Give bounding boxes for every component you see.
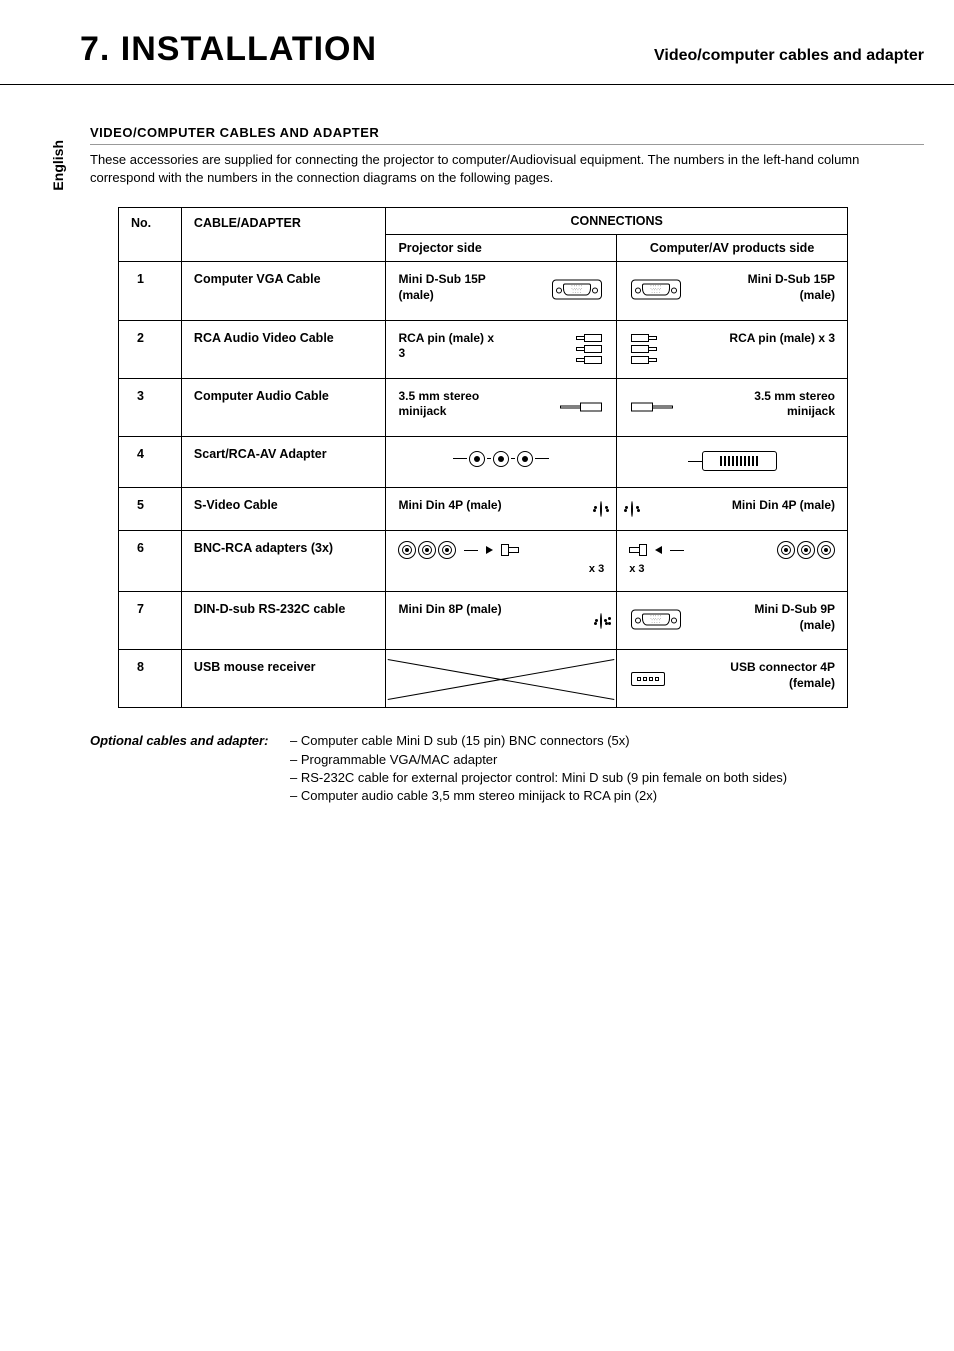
cell-projector: Mini Din 8P (male) [386,592,617,650]
dsub-icon: ::::::::: [631,279,681,302]
col-header-av: Computer/AV products side [617,235,848,262]
rca-single-icon [501,544,519,556]
optional-item: – Computer cable Mini D sub (15 pin) BNC… [290,733,630,748]
bnc-icon [398,541,456,559]
connector-label: 3.5 mm stereo minijack [398,389,503,420]
cell-cable: USB mouse receiver [181,650,386,708]
cell-cable: Scart/RCA-AV Adapter [181,436,386,488]
bnc-icon [777,541,835,559]
scart-rca-icon [398,451,604,467]
cell-cable: BNC-RCA adapters (3x) [181,531,386,592]
connector-label: Mini D-Sub 9P (male) [720,602,835,633]
minijack-icon [560,403,602,412]
cell-cable: RCA Audio Video Cable [181,320,386,378]
section-title: 7. INSTALLATION [80,30,377,69]
connector-label: Mini Din 8P (male) [398,602,503,618]
cell-no: 6 [119,531,182,592]
col-header-no: No. [119,208,182,262]
cell-projector-empty [386,650,617,708]
cell-projector: RCA pin (male) x 3 [386,320,617,378]
cell-cable: S-Video Cable [181,488,386,531]
dsub-icon: ::::::::: [552,279,602,302]
table-row: 2 RCA Audio Video Cable RCA pin (male) x… [119,320,848,378]
cell-projector: Mini Din 4P (male) [386,488,617,531]
arrow-right-icon [486,546,493,554]
cell-no: 7 [119,592,182,650]
connector-label: RCA pin (male) x 3 [398,331,503,362]
table-row: 6 BNC-RCA adapters (3x) x 3 [119,531,848,592]
scart-icon [688,451,777,471]
connector-label: Mini D-Sub 15P (male) [720,272,835,303]
language-tab: English [50,140,66,191]
cell-cable: Computer Audio Cable [181,378,386,436]
x3-label: x 3 [398,563,604,575]
cell-av: ::::::::: Mini D-Sub 9P (male) [617,592,848,650]
table-row: 8 USB mouse receiver USB connector 4P (f… [119,650,848,708]
col-header-projector: Projector side [386,235,617,262]
connector-label: RCA pin (male) x 3 [720,331,835,347]
content: VIDEO/COMPUTER CABLES AND ADAPTER These … [0,85,954,805]
cell-av [617,436,848,488]
minidin4-icon [631,502,633,516]
rca-single-icon [629,544,647,556]
dsub9-icon: ::::::::: [631,609,681,632]
cell-no: 1 [119,262,182,320]
cell-no: 5 [119,488,182,531]
table-row: 3 Computer Audio Cable 3.5 mm stereo min… [119,378,848,436]
cell-no: 8 [119,650,182,708]
optional-item: – RS-232C cable for external projector c… [290,770,787,785]
arrow-left-icon [655,546,662,554]
section-subtitle: Video/computer cables and adapter [654,47,924,65]
cell-no: 2 [119,320,182,378]
optional-items: – Computer cable Mini D sub (15 pin) BNC… [290,732,787,805]
optional-item: – Programmable VGA/MAC adapter [290,752,497,767]
cell-av: 3.5 mm stereo minijack [617,378,848,436]
minidin8-icon [600,614,602,628]
optional-label: Optional cables and adapter: [90,732,290,805]
cables-table: No. CABLE/ADAPTER CONNECTIONS Projector … [118,207,848,708]
cell-no: 3 [119,378,182,436]
connector-label: USB connector 4P (female) [720,660,835,691]
sub-heading: VIDEO/COMPUTER CABLES AND ADAPTER [90,125,924,145]
connector-label: Mini Din 4P (male) [398,498,503,514]
page-header: 7. INSTALLATION Video/computer cables an… [0,0,954,85]
rca-icon [576,334,602,364]
minijack-icon [631,403,673,412]
cell-cable: DIN-D-sub RS-232C cable [181,592,386,650]
cell-av: Mini Din 4P (male) [617,488,848,531]
cell-projector: Mini D-Sub 15P (male) ::::::::: [386,262,617,320]
cell-av: x 3 [617,531,848,592]
table-row: 4 Scart/RCA-AV Adapter [119,436,848,488]
table-header-row-1: No. CABLE/ADAPTER CONNECTIONS [119,208,848,235]
connector-label: Mini Din 4P (male) [720,498,835,514]
cell-projector [386,436,617,488]
intro-text: These accessories are supplied for conne… [90,151,924,187]
col-header-connections: CONNECTIONS [386,208,848,235]
usb-icon [631,672,665,686]
table-row: 1 Computer VGA Cable Mini D-Sub 15P (mal… [119,262,848,320]
optional-cables: Optional cables and adapter: – Computer … [90,732,924,805]
cell-av: ::::::::: Mini D-Sub 15P (male) [617,262,848,320]
col-header-cable: CABLE/ADAPTER [181,208,386,262]
cell-cable: Computer VGA Cable [181,262,386,320]
connector-label: Mini D-Sub 15P (male) [398,272,503,303]
cell-no: 4 [119,436,182,488]
optional-item: – Computer audio cable 3,5 mm stereo min… [290,788,657,803]
table-row: 7 DIN-D-sub RS-232C cable Mini Din 8P (m… [119,592,848,650]
rca-icon [631,334,657,364]
connector-label: 3.5 mm stereo minijack [720,389,835,420]
table-row: 5 S-Video Cable Mini Din 4P (male) Mini … [119,488,848,531]
x3-label: x 3 [629,563,835,575]
cell-av: USB connector 4P (female) [617,650,848,708]
cell-av: RCA pin (male) x 3 [617,320,848,378]
cell-projector: x 3 [386,531,617,592]
minidin4-icon [600,502,602,516]
cell-projector: 3.5 mm stereo minijack [386,378,617,436]
